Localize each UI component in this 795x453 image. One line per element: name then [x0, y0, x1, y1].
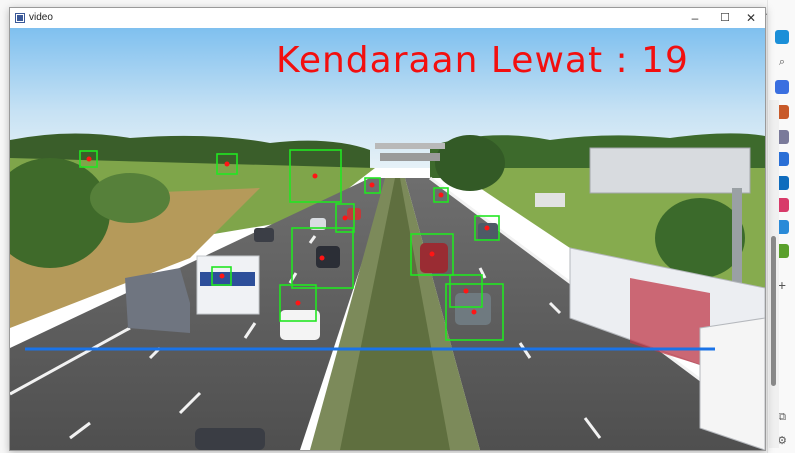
detection-center: [342, 215, 348, 221]
detection-center: [438, 192, 444, 198]
bush-left-2: [90, 173, 170, 223]
video-window: video – ☐ ✕ Kendaraan Lewat: 19: [9, 7, 766, 451]
close-button[interactable]: ✕: [736, 8, 766, 28]
car-maroon: [420, 243, 448, 273]
overhead-gantry: [589, 147, 751, 194]
gantry-pole: [732, 188, 742, 288]
tree-right-2: [655, 198, 745, 278]
browser-scrollbar[interactable]: [769, 100, 779, 448]
truck-cab: [699, 317, 765, 450]
car-white: [280, 310, 320, 340]
highway-scene: [10, 28, 765, 450]
car-right-far: [478, 223, 498, 241]
detection-center: [319, 255, 325, 261]
car-far-left: [254, 228, 274, 242]
window-app-icon: [15, 13, 25, 23]
copilot-icon[interactable]: [775, 30, 789, 44]
grey-van: [125, 268, 190, 333]
tree-right: [435, 135, 505, 191]
detection-center: [471, 309, 477, 315]
overpass-bridge: [380, 153, 440, 161]
car-grey: [455, 293, 491, 325]
detection-center: [295, 300, 301, 306]
window-titlebar[interactable]: video – ☐ ✕: [10, 8, 765, 28]
car-foreground: [195, 428, 265, 450]
detection-center: [463, 288, 469, 294]
minimize-button[interactable]: –: [680, 8, 710, 28]
vehicle-count-label: Kendaraan Lewat : 19: [276, 40, 689, 81]
car-dark: [316, 246, 340, 268]
detection-center: [484, 225, 490, 231]
browser-scrollbar-thumb[interactable]: [771, 236, 776, 386]
detection-center: [312, 173, 318, 179]
overpass-rail: [375, 143, 445, 149]
detection-center: [86, 156, 92, 162]
video-frame: Kendaraan Lewat : 19: [10, 28, 765, 450]
detection-center: [219, 273, 225, 279]
detection-center: [429, 251, 435, 257]
window-title: video: [29, 12, 53, 23]
road-sign: [535, 193, 565, 207]
search-icon[interactable]: ⌕: [775, 55, 789, 69]
tag-icon[interactable]: [775, 80, 789, 94]
van-stripe: [200, 272, 255, 286]
detection-center: [224, 161, 230, 167]
detection-center: [369, 182, 375, 188]
